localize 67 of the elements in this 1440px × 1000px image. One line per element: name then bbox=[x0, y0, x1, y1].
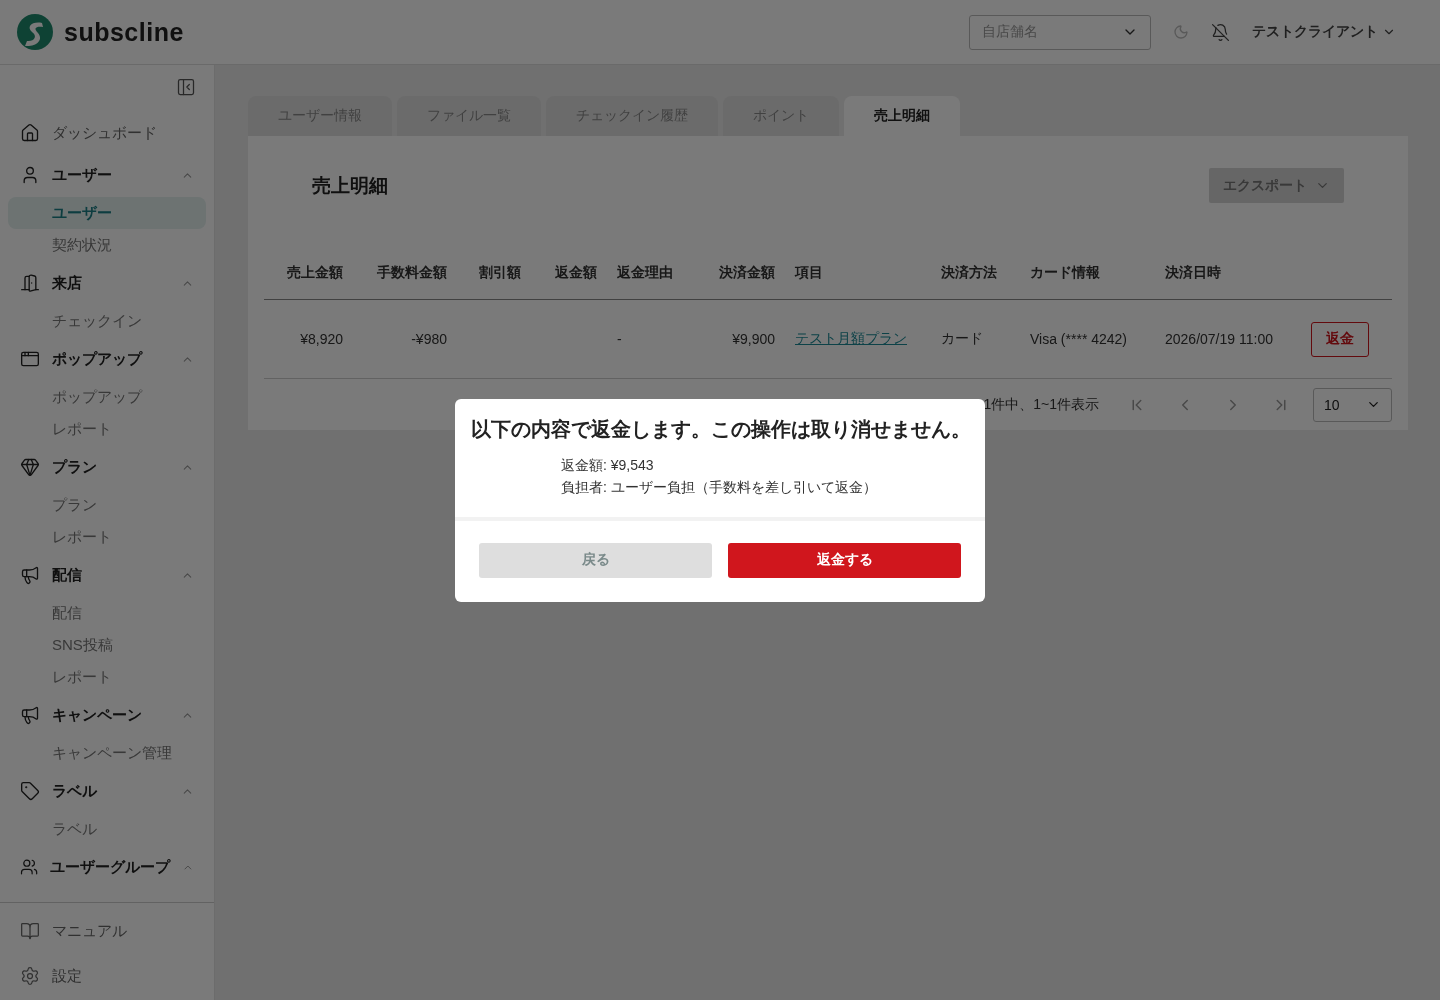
column-header: 売上金額 bbox=[286, 263, 344, 282]
column-header: 割引額 bbox=[478, 263, 522, 282]
settings-icon bbox=[20, 966, 40, 986]
page-size-select[interactable]: 10 bbox=[1313, 387, 1392, 422]
sidebar-group[interactable]: キャンペーン bbox=[8, 693, 206, 737]
sidebar-item[interactable]: レポート bbox=[8, 521, 206, 553]
moon-icon[interactable] bbox=[1173, 24, 1189, 40]
refund-button[interactable]: 返金 bbox=[1311, 321, 1369, 357]
user-menu[interactable]: テストクライアント bbox=[1252, 23, 1396, 41]
logo-icon bbox=[16, 13, 54, 51]
dialog-title: 以下の内容で返金します。この操作は取り消せません。 bbox=[470, 416, 972, 442]
column-header: 返金理由 bbox=[616, 263, 674, 282]
sidebar-item[interactable]: プラン bbox=[8, 489, 206, 521]
column-header: 決済方法 bbox=[940, 263, 998, 282]
sidebar-item[interactable]: マニュアル bbox=[8, 911, 206, 951]
table-cell-text: ¥9,900 bbox=[731, 331, 776, 347]
sidebar-group[interactable]: ユーザーグループ bbox=[8, 845, 206, 889]
table-cell-text: 2026/07/19 11:00 bbox=[1164, 331, 1274, 347]
megaphone-icon bbox=[20, 705, 40, 725]
column-header: 決済日時 bbox=[1164, 263, 1222, 282]
table-cell-text: Visa (**** 4242) bbox=[1029, 331, 1129, 347]
pagination-summary: 1件中、1~1件表示 bbox=[983, 395, 1099, 414]
plan-link[interactable]: テスト月額プラン bbox=[795, 330, 907, 348]
megaphone-icon bbox=[20, 565, 40, 585]
sidebar-item[interactable]: ラベル bbox=[8, 813, 206, 845]
sidebar-item[interactable]: 配信 bbox=[8, 597, 206, 629]
tab[interactable]: 売上明細 bbox=[844, 96, 960, 136]
dialog-text: 返金額: ¥9,543 bbox=[561, 456, 655, 475]
confirm-refund-button[interactable]: 返金する bbox=[728, 542, 961, 578]
tag-icon bbox=[20, 781, 40, 801]
window-icon bbox=[20, 349, 40, 369]
logo-text: subscline bbox=[64, 17, 184, 47]
table-cell-text: - bbox=[616, 331, 623, 347]
sidebar-group[interactable]: ポップアップ bbox=[8, 337, 206, 381]
dialog-text: 負担者: ユーザー負担（手数料を差し引いて返金） bbox=[561, 478, 878, 497]
home-icon bbox=[20, 123, 40, 143]
back-button[interactable]: 戻る bbox=[479, 542, 712, 578]
book-icon bbox=[20, 921, 40, 941]
bell-off-icon[interactable] bbox=[1211, 22, 1230, 42]
sidebar-group[interactable]: 配信 bbox=[8, 553, 206, 597]
table-cell-text: カード bbox=[940, 330, 984, 348]
column-header: 項目 bbox=[793, 263, 824, 282]
door-icon bbox=[20, 273, 40, 293]
column-header: 決済金額 bbox=[718, 263, 776, 282]
sidebar-group[interactable]: ユーザー bbox=[8, 153, 206, 197]
sidebar-item[interactable]: チェックイン bbox=[8, 305, 206, 337]
users-icon bbox=[20, 857, 39, 877]
sidebar-item[interactable]: レポート bbox=[8, 413, 206, 445]
sidebar-group[interactable]: プラン bbox=[8, 445, 206, 489]
column-header: カード情報 bbox=[1029, 263, 1101, 282]
column-header: 返金額 bbox=[554, 263, 598, 282]
sidebar-item[interactable]: ダッシュボード bbox=[8, 113, 206, 153]
sidebar-item[interactable]: 契約状況 bbox=[8, 229, 206, 261]
sidebar-item[interactable]: ポップアップ bbox=[8, 381, 206, 413]
table-cell-text: -¥980 bbox=[410, 331, 448, 347]
sidebar-item[interactable]: キャンペーン管理 bbox=[8, 737, 206, 769]
gem-icon bbox=[20, 457, 40, 477]
sidebar-item[interactable]: レポート bbox=[8, 661, 206, 693]
sidebar-group[interactable]: ラベル bbox=[8, 769, 206, 813]
table-cell-text: ¥8,920 bbox=[299, 331, 344, 347]
sidebar-group[interactable]: 来店 bbox=[8, 261, 206, 305]
panel-title: 売上明細 bbox=[312, 173, 388, 198]
sidebar-item[interactable]: SNS投稿 bbox=[8, 629, 206, 661]
sidebar-item[interactable]: 設定 bbox=[8, 956, 206, 996]
collapse-sidebar-icon[interactable] bbox=[176, 77, 196, 97]
sidebar-item[interactable]: ユーザー bbox=[8, 197, 206, 229]
column-header: 手数料金額 bbox=[376, 263, 448, 282]
